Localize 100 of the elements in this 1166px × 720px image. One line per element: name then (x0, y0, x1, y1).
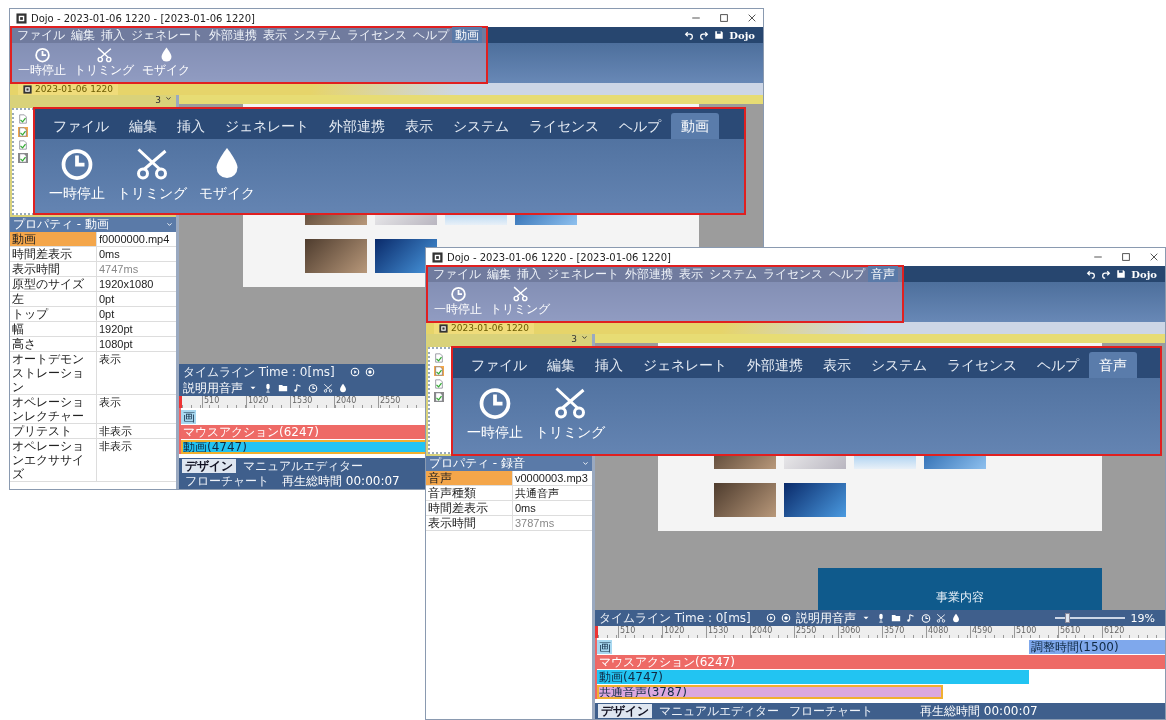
property-name[interactable]: 音声 (426, 471, 512, 485)
page-icon[interactable] (434, 353, 444, 363)
save-icon[interactable] (714, 30, 725, 40)
view-tab[interactable]: フローチャート (182, 474, 272, 488)
property-value[interactable]: 表示 (96, 395, 176, 423)
menu-tab[interactable]: ライセンス (760, 266, 826, 282)
ribbon-button[interactable]: トリミング (115, 145, 189, 207)
property-name[interactable]: オペレーションエクササイズ (10, 439, 96, 481)
menu-tab[interactable]: ジェネレート (128, 27, 206, 43)
menu-tab[interactable]: ライセンス (519, 113, 609, 139)
ribbon-button[interactable]: トリミング (533, 384, 607, 448)
folder-icon[interactable] (278, 383, 288, 393)
menu-tab[interactable]: 動画 (452, 27, 482, 43)
menu-tab[interactable]: 音声 (868, 266, 898, 282)
document-tab[interactable]: 2023-01-06 1220 (18, 83, 119, 95)
property-name[interactable]: 時間差表示 (10, 247, 96, 261)
maximize-icon[interactable] (719, 13, 729, 23)
voice-dropdown[interactable]: 説明用音声 (183, 380, 243, 396)
chevron-icon[interactable] (166, 221, 173, 228)
page-icon[interactable] (18, 140, 28, 150)
menu-tab[interactable]: ファイル (14, 27, 68, 43)
property-value[interactable]: 1920x1080 (96, 277, 176, 291)
play-icon[interactable] (349, 367, 360, 377)
redo-icon[interactable] (699, 30, 710, 40)
scissors-icon[interactable] (935, 613, 946, 623)
menu-tab[interactable]: 編集 (68, 27, 98, 43)
property-value[interactable]: 0ms (512, 501, 592, 515)
property-name[interactable]: オペレーションレクチャー (10, 395, 96, 423)
property-value[interactable]: v0000003.mp3 (512, 471, 592, 485)
microphone-icon[interactable] (263, 383, 273, 393)
property-value[interactable]: 非表示 (96, 439, 176, 481)
page-icon[interactable] (434, 392, 444, 402)
menu-tab[interactable]: 挿入 (585, 352, 633, 378)
chevron-icon[interactable] (581, 334, 588, 341)
property-value[interactable]: 1920pt (96, 322, 176, 336)
menu-tab[interactable]: 表示 (395, 113, 443, 139)
menu-tab[interactable]: 挿入 (167, 113, 215, 139)
track-bar[interactable]: 動画(4747) (181, 440, 427, 454)
track-bar[interactable]: 画 (181, 410, 196, 424)
undo-icon[interactable] (684, 30, 695, 40)
ribbon-button[interactable]: 一時停止 (465, 384, 525, 448)
maximize-icon[interactable] (1121, 252, 1131, 262)
scissors-icon[interactable] (323, 383, 333, 393)
property-name[interactable]: トップ (10, 307, 96, 321)
view-tab[interactable]: デザイン (598, 704, 652, 718)
menu-tab[interactable]: ヘルプ (826, 266, 868, 282)
track-bar[interactable]: 調整時間(1500) (1028, 640, 1165, 654)
view-tab[interactable]: マニュアルエディター (656, 704, 782, 718)
view-tab[interactable]: フローチャート (786, 704, 876, 718)
property-value[interactable]: 表示 (96, 352, 176, 394)
menu-tab[interactable]: 外部連携 (622, 266, 676, 282)
chevron-icon[interactable] (165, 95, 172, 102)
folder-icon[interactable] (890, 613, 901, 623)
redo-icon[interactable] (1101, 269, 1112, 279)
play-icon[interactable] (765, 613, 776, 623)
property-name[interactable]: 幅 (10, 322, 96, 336)
menu-tab[interactable]: 表示 (813, 352, 861, 378)
property-name[interactable]: 時間差表示 (426, 501, 512, 515)
menu-tab[interactable]: 編集 (119, 113, 167, 139)
menu-tab[interactable]: 動画 (671, 113, 719, 139)
menu-tab[interactable]: ファイル (430, 266, 484, 282)
close-icon[interactable] (747, 13, 757, 23)
menu-tab[interactable]: ヘルプ (609, 113, 671, 139)
property-name[interactable]: 高さ (10, 337, 96, 351)
drop-icon[interactable] (950, 613, 961, 623)
music-note-icon[interactable] (293, 383, 303, 393)
menu-tab[interactable]: 挿入 (98, 27, 128, 43)
menu-tab[interactable]: システム (443, 113, 519, 139)
property-value[interactable]: f0000000.mp4 (96, 232, 176, 246)
clock-icon[interactable] (308, 383, 318, 393)
track-bar[interactable]: 画 (597, 640, 612, 654)
menu-tab[interactable]: 表示 (260, 27, 290, 43)
page-icon[interactable] (18, 127, 28, 137)
page-icon[interactable] (18, 153, 28, 163)
menu-tab[interactable]: ライセンス (344, 27, 410, 43)
menu-tab[interactable]: システム (706, 266, 760, 282)
menu-tab[interactable]: 編集 (484, 266, 514, 282)
menu-tab[interactable]: システム (861, 352, 937, 378)
menu-tab[interactable]: ヘルプ (1027, 352, 1089, 378)
menu-tab[interactable]: 外部連携 (737, 352, 813, 378)
menu-tab[interactable]: 表示 (676, 266, 706, 282)
property-name[interactable]: 左 (10, 292, 96, 306)
menu-tab[interactable]: 外部連携 (319, 113, 395, 139)
menu-tab[interactable]: 編集 (537, 352, 585, 378)
menu-tab[interactable]: 外部連携 (206, 27, 260, 43)
property-value[interactable]: 0pt (96, 292, 176, 306)
chevron-icon[interactable] (582, 460, 589, 467)
property-name[interactable]: 動画 (10, 232, 96, 246)
save-icon[interactable] (1116, 269, 1127, 279)
record-icon[interactable] (780, 613, 791, 623)
property-name[interactable]: 音声種類 (426, 486, 512, 500)
menu-tab[interactable]: ファイル (43, 113, 119, 139)
property-name[interactable]: プリテスト (10, 424, 96, 438)
clock-icon[interactable] (920, 613, 931, 623)
menu-tab[interactable]: ヘルプ (410, 27, 452, 43)
property-value[interactable]: 1080pt (96, 337, 176, 351)
menu-tab[interactable]: 音声 (1089, 352, 1137, 378)
property-name[interactable]: 原型のサイズ (10, 277, 96, 291)
property-value[interactable]: 非表示 (96, 424, 176, 438)
music-note-icon[interactable] (905, 613, 916, 623)
